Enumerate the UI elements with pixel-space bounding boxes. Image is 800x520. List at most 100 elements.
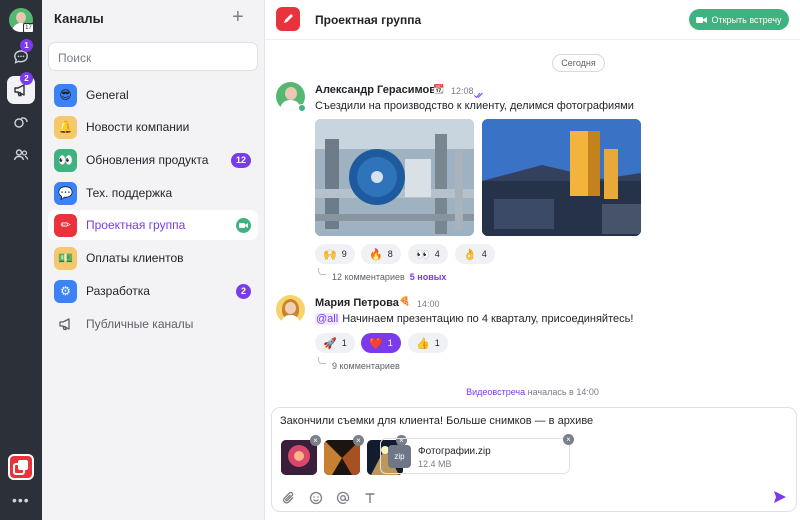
- attached-photo[interactable]: [482, 119, 641, 236]
- video-icon: [696, 16, 708, 23]
- channel-label: Обновления продукта: [86, 153, 209, 167]
- online-status-icon: [298, 104, 306, 112]
- attach-icon[interactable]: [282, 491, 296, 505]
- thread-count: 12 комментариев: [332, 272, 405, 282]
- video-call-active-icon: [236, 217, 251, 233]
- thread-new-count: 5 новых: [409, 272, 447, 282]
- mention-icon[interactable]: [336, 491, 350, 505]
- send-icon: [774, 491, 786, 503]
- reaction-count: 4: [481, 249, 487, 259]
- reaction-chip[interactable]: 👌 4: [455, 244, 495, 264]
- channel-label: Публичные каналы: [86, 317, 194, 331]
- pizza-emoji-icon: 🍕: [399, 296, 411, 306]
- message-body: Начинаем презентацию по 4 кварталу, прис…: [339, 313, 634, 325]
- reaction-chip[interactable]: 👍 1: [408, 333, 448, 353]
- calendar-status-icon: 17: [23, 23, 34, 33]
- money-emoji-icon: 💵: [54, 246, 77, 270]
- app-logo-icon[interactable]: [8, 454, 34, 480]
- channel-label: Разработка: [86, 284, 150, 298]
- author-name[interactable]: Александр Герасимов: [315, 84, 436, 96]
- search-input[interactable]: Поиск: [48, 42, 258, 71]
- attached-photo[interactable]: [315, 119, 474, 236]
- reaction-count: 1: [341, 338, 347, 348]
- message-time: 14:00: [417, 299, 440, 309]
- unread-count-badge: 2: [236, 283, 251, 299]
- heart-emoji-icon: ❤️: [369, 337, 383, 350]
- thread-link[interactable]: 12 комментариев 5 новых: [332, 272, 446, 282]
- reaction-chip-selected[interactable]: ❤️ 1: [361, 333, 401, 353]
- attachment-thumbnail[interactable]: [324, 440, 360, 475]
- channel-label: Проектная группа: [86, 218, 186, 232]
- reaction-chip[interactable]: 🙌 9: [315, 244, 355, 264]
- thumbs-up-emoji-icon: 👍: [416, 337, 430, 350]
- contacts-icon: [13, 149, 29, 161]
- channels-unread-badge: 2: [20, 72, 33, 85]
- speech-emoji-icon: 💬: [54, 181, 77, 205]
- thread-count: 9 комментариев: [332, 361, 400, 371]
- reaction-count: 1: [434, 338, 440, 348]
- chat-header: Проектная группа Открыть встречу: [265, 0, 800, 40]
- channel-item-general[interactable]: 😎 General: [48, 80, 258, 110]
- remove-attachment-icon[interactable]: ×: [563, 434, 574, 445]
- video-meeting-link[interactable]: Видеовстреча: [466, 387, 525, 397]
- channel-item-development[interactable]: ⚙ Разработка 2: [48, 276, 258, 306]
- unread-count-badge: 12: [231, 152, 251, 168]
- sunglasses-emoji-icon: 😎: [54, 83, 77, 107]
- add-channel-button[interactable]: +: [232, 6, 244, 28]
- reaction-chip[interactable]: 🚀 1: [315, 333, 355, 353]
- message-time: 12:08: [451, 86, 474, 96]
- reaction-chip[interactable]: 👀 4: [408, 244, 448, 264]
- public-channels-link[interactable]: Публичные каналы: [48, 309, 258, 339]
- system-message: Видеовстреча началась в 14:00: [265, 387, 800, 397]
- text-format-icon[interactable]: [363, 491, 377, 505]
- composer-toolbar: [282, 491, 377, 505]
- remove-attachment-icon[interactable]: ×: [310, 435, 321, 446]
- channel-item-payments[interactable]: 💵 Оплаты клиентов: [48, 243, 258, 273]
- contacts-nav-button[interactable]: [7, 141, 35, 169]
- megaphone-icon: [54, 313, 77, 336]
- threads-nav-button[interactable]: [7, 108, 35, 136]
- chats-unread-badge: 1: [20, 39, 33, 52]
- reaction-count: 1: [387, 338, 393, 348]
- avatar[interactable]: [276, 295, 305, 324]
- date-divider: Сегодня: [552, 54, 605, 72]
- threads-icon: [14, 117, 28, 128]
- open-meeting-button[interactable]: Открыть встречу: [689, 9, 789, 30]
- attached-file[interactable]: zip Фотографии.zip 12.4 MB: [380, 438, 570, 474]
- attachment-thumbnail[interactable]: [281, 440, 317, 475]
- raised-hands-emoji-icon: 🙌: [323, 248, 337, 261]
- reaction-chip[interactable]: 🔥 8: [361, 244, 401, 264]
- ok-hand-emoji-icon: 👌: [463, 248, 477, 261]
- author-name[interactable]: Мария Петрова: [315, 297, 399, 309]
- reaction-count: 8: [387, 249, 393, 259]
- channel-item-support[interactable]: 💬 Тех. поддержка: [48, 178, 258, 208]
- system-message-text: началась в 14:00: [525, 387, 599, 397]
- channel-label: Тех. поддержка: [86, 186, 173, 200]
- channel-label: Новости компании: [86, 120, 190, 134]
- channel-item-news[interactable]: 🔔 Новости компании: [48, 112, 258, 142]
- composer-input[interactable]: Закончили съемки для клиента! Больше сни…: [280, 415, 593, 427]
- message-composer[interactable]: Закончили съемки для клиента! Больше сни…: [271, 407, 797, 512]
- remove-attachment-icon[interactable]: ×: [353, 435, 364, 446]
- more-icon[interactable]: •••: [12, 492, 30, 508]
- thread-link[interactable]: 9 комментариев: [332, 361, 400, 371]
- eyes-emoji-icon: 👀: [416, 248, 430, 261]
- thread-line-icon: [318, 357, 326, 364]
- message-text: Съездили на производство к клиенту, дели…: [315, 100, 634, 112]
- channel-label: General: [86, 88, 129, 102]
- bell-emoji-icon: 🔔: [54, 115, 77, 139]
- send-button[interactable]: [772, 489, 788, 510]
- channel-label: Оплаты клиентов: [86, 251, 184, 265]
- fire-emoji-icon: 🔥: [369, 248, 383, 261]
- open-meeting-label: Открыть встречу: [711, 14, 782, 25]
- chat-area: Проектная группа Открыть встречу Сегодня…: [265, 0, 800, 520]
- channel-item-project-group[interactable]: ✏ Проектная группа: [48, 210, 258, 240]
- gear-emoji-icon: ⚙: [54, 279, 77, 303]
- emoji-icon[interactable]: [309, 491, 323, 505]
- thread-line-icon: [318, 268, 326, 275]
- calendar-emoji-icon: 📆: [433, 84, 445, 94]
- zip-file-icon: zip: [388, 445, 411, 468]
- mention-all[interactable]: @all: [315, 313, 340, 325]
- rocket-emoji-icon: 🚀: [323, 337, 337, 350]
- channel-item-product-updates[interactable]: 👀 Обновления продукта 12: [48, 145, 258, 175]
